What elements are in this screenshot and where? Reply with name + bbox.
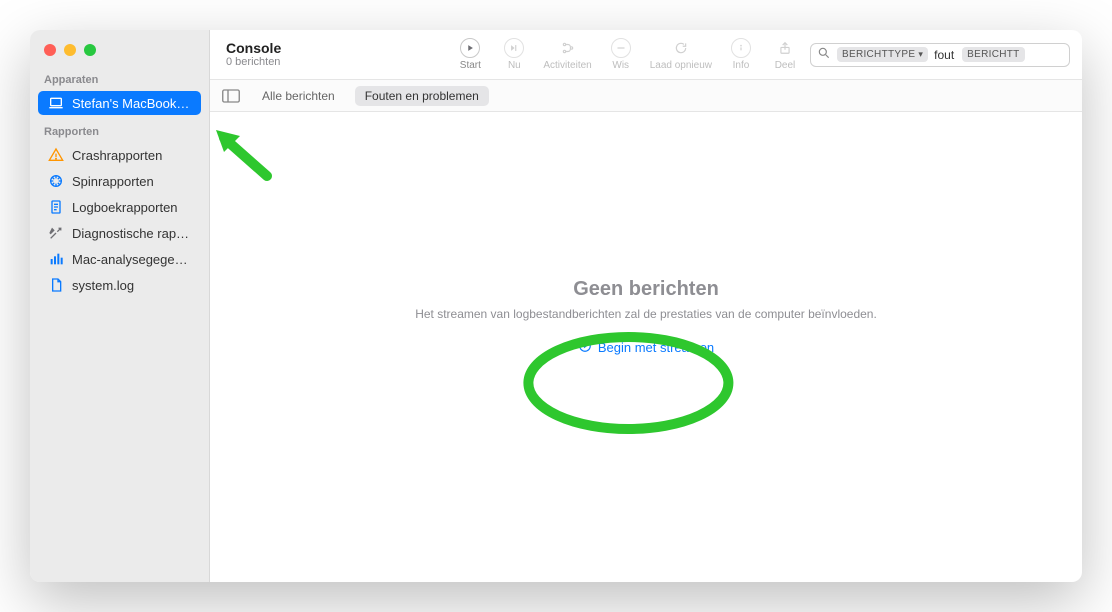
- empty-state-title: Geen berichten: [573, 278, 719, 301]
- close-window-button[interactable]: [44, 44, 56, 56]
- window-controls: [30, 30, 209, 64]
- filter-tab-all[interactable]: Alle berichten: [252, 86, 345, 106]
- title-block: Console 0 berichten: [222, 40, 281, 70]
- sidebar-item-label: Mac-analysegege…: [72, 252, 188, 267]
- activities-button[interactable]: Activiteiten: [543, 38, 591, 71]
- sidebar-section-reports: Rapporten: [30, 116, 209, 142]
- filter-tab-errors[interactable]: Fouten en problemen: [355, 86, 489, 106]
- sidebar-item-system-log[interactable]: system.log: [38, 273, 201, 297]
- now-button[interactable]: Nu: [499, 38, 529, 71]
- main-area: Console 0 berichten Start Nu Activiteite…: [210, 30, 1082, 582]
- skip-icon: [504, 38, 524, 58]
- sidebar-item-label: Crashrapporten: [72, 148, 162, 163]
- sidebar: Apparaten Stefan's MacBook… Rapporten Cr…: [30, 30, 210, 582]
- play-icon: [460, 38, 480, 58]
- sidebar-item-label: Stefan's MacBook…: [72, 96, 189, 111]
- search-field[interactable]: BERICHTTYPE▾ fout BERICHTT: [810, 43, 1070, 67]
- window-subtitle: 0 berichten: [226, 56, 281, 69]
- share-icon: [774, 38, 796, 58]
- sidebar-item-label: Diagnostische rap…: [72, 226, 189, 241]
- sidebar-toggle-button[interactable]: [220, 87, 242, 105]
- zoom-window-button[interactable]: [84, 44, 96, 56]
- search-icon: [817, 46, 831, 63]
- share-button[interactable]: Deel: [770, 38, 800, 71]
- chevron-down-icon: ▾: [918, 49, 923, 60]
- sidebar-item-log-reports[interactable]: Logboekrapporten: [38, 195, 201, 219]
- start-button[interactable]: Start: [455, 38, 485, 71]
- start-streaming-link[interactable]: Begin met streamen: [578, 339, 714, 356]
- search-token-type[interactable]: BERICHTTYPE▾: [837, 47, 928, 62]
- filter-bar: Alle berichten Fouten en problemen: [210, 80, 1082, 112]
- document-icon: [48, 199, 64, 215]
- minimize-window-button[interactable]: [64, 44, 76, 56]
- file-icon: [48, 277, 64, 293]
- sidebar-item-diagnostic-reports[interactable]: Diagnostische rap…: [38, 221, 201, 245]
- sidebar-item-mac-analytics[interactable]: Mac-analysegege…: [38, 247, 201, 271]
- clear-icon: [611, 38, 631, 58]
- spinner-icon: [48, 173, 64, 189]
- sidebar-section-devices: Apparaten: [30, 64, 209, 90]
- sidebar-item-spin-reports[interactable]: Spinrapporten: [38, 169, 201, 193]
- search-token-trailing[interactable]: BERICHTT: [962, 47, 1024, 62]
- content-area: Geen berichten Het streamen van logbesta…: [210, 112, 1082, 582]
- start-streaming-label: Begin met streamen: [598, 340, 714, 355]
- sidebar-item-crash-reports[interactable]: Crashrapporten: [38, 143, 201, 167]
- clear-button[interactable]: Wis: [606, 38, 636, 71]
- empty-state-subtitle: Het streamen van logbestandberichten zal…: [415, 307, 877, 321]
- sidebar-item-label: Logboekrapporten: [72, 200, 178, 215]
- chart-bar-icon: [48, 251, 64, 267]
- sidebar-item-device[interactable]: Stefan's MacBook…: [38, 91, 201, 115]
- tools-icon: [48, 225, 64, 241]
- app-window: Apparaten Stefan's MacBook… Rapporten Cr…: [30, 30, 1082, 582]
- info-icon: [731, 38, 751, 58]
- sidebar-item-label: system.log: [72, 278, 134, 293]
- search-text: fout: [934, 48, 954, 62]
- toolbar-buttons: Start Nu Activiteiten Wis Laad opnieuw: [455, 38, 800, 71]
- window-title: Console: [226, 40, 281, 57]
- play-circle-icon: [578, 339, 592, 356]
- laptop-icon: [48, 95, 64, 111]
- branch-icon: [557, 38, 579, 58]
- toolbar: Console 0 berichten Start Nu Activiteite…: [210, 30, 1082, 80]
- warning-triangle-icon: [48, 147, 64, 163]
- sidebar-item-label: Spinrapporten: [72, 174, 154, 189]
- reload-button[interactable]: Laad opnieuw: [650, 38, 712, 71]
- info-button[interactable]: Info: [726, 38, 756, 71]
- reload-icon: [670, 38, 692, 58]
